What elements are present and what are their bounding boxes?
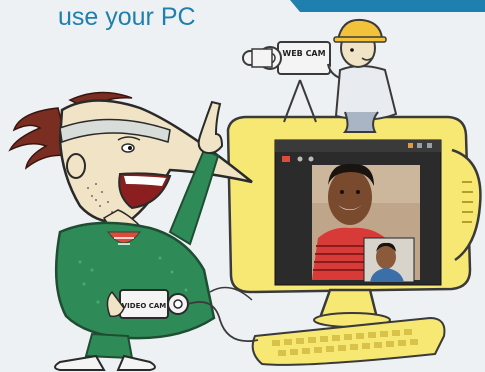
main-character: VIDEO CAM — [8, 91, 259, 371]
camera-toggle-icon — [308, 156, 314, 162]
maximize-icon — [417, 143, 422, 148]
pointing-hand — [197, 100, 224, 155]
video-call-window — [274, 139, 442, 286]
webcam-label: WEB CAM — [282, 49, 325, 58]
character-face — [58, 99, 253, 224]
mic-icon — [297, 156, 303, 162]
minimize-icon — [408, 143, 413, 148]
video-cam-label: VIDEO CAM — [122, 302, 167, 310]
end-call-button-icon — [282, 156, 290, 162]
webcam-device — [277, 41, 331, 75]
cameraman-figure: WEB CAM — [242, 18, 398, 133]
illustration-page: use your PC WEB CAM VIDEO CAM — [0, 0, 485, 372]
cartoon-illustration: WEB CAM VIDEO CAM — [8, 0, 485, 371]
headline-cropped-bar — [290, 0, 485, 12]
close-icon — [427, 143, 432, 148]
